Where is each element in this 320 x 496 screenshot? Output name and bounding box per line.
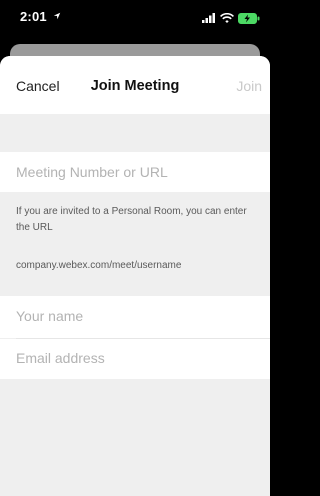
- status-icons: [202, 11, 260, 25]
- section-spacer: [0, 114, 270, 152]
- your-name-field[interactable]: Your name: [0, 296, 270, 338]
- hint-example-url: company.webex.com/meet/username: [16, 260, 182, 271]
- join-button[interactable]: Join: [236, 78, 262, 94]
- battery-charging-icon: [238, 12, 260, 24]
- status-time-text: 2:01: [20, 9, 47, 24]
- status-bar: 2:01: [0, 0, 270, 46]
- email-placeholder: Email address: [16, 350, 105, 366]
- navigation-bar: Cancel Join Meeting Join: [0, 56, 270, 114]
- cancel-button[interactable]: Cancel: [16, 78, 60, 94]
- meeting-number-field[interactable]: Meeting Number or URL: [0, 152, 270, 192]
- wifi-icon: [220, 12, 234, 23]
- hint-line-1: If you are invited to a Personal Room, y…: [16, 206, 247, 217]
- location-arrow-icon: [53, 12, 60, 20]
- hint-line-2: the URL: [16, 222, 53, 233]
- join-meeting-sheet: Cancel Join Meeting Join Meeting Number …: [0, 56, 270, 496]
- status-time: 2:01: [20, 9, 61, 24]
- your-name-placeholder: Your name: [16, 308, 84, 324]
- email-field[interactable]: Email address: [0, 339, 270, 379]
- signal-icon: [202, 13, 215, 23]
- meeting-number-placeholder: Meeting Number or URL: [16, 164, 168, 180]
- personal-room-hint: If you are invited to a Personal Room, y…: [0, 192, 270, 296]
